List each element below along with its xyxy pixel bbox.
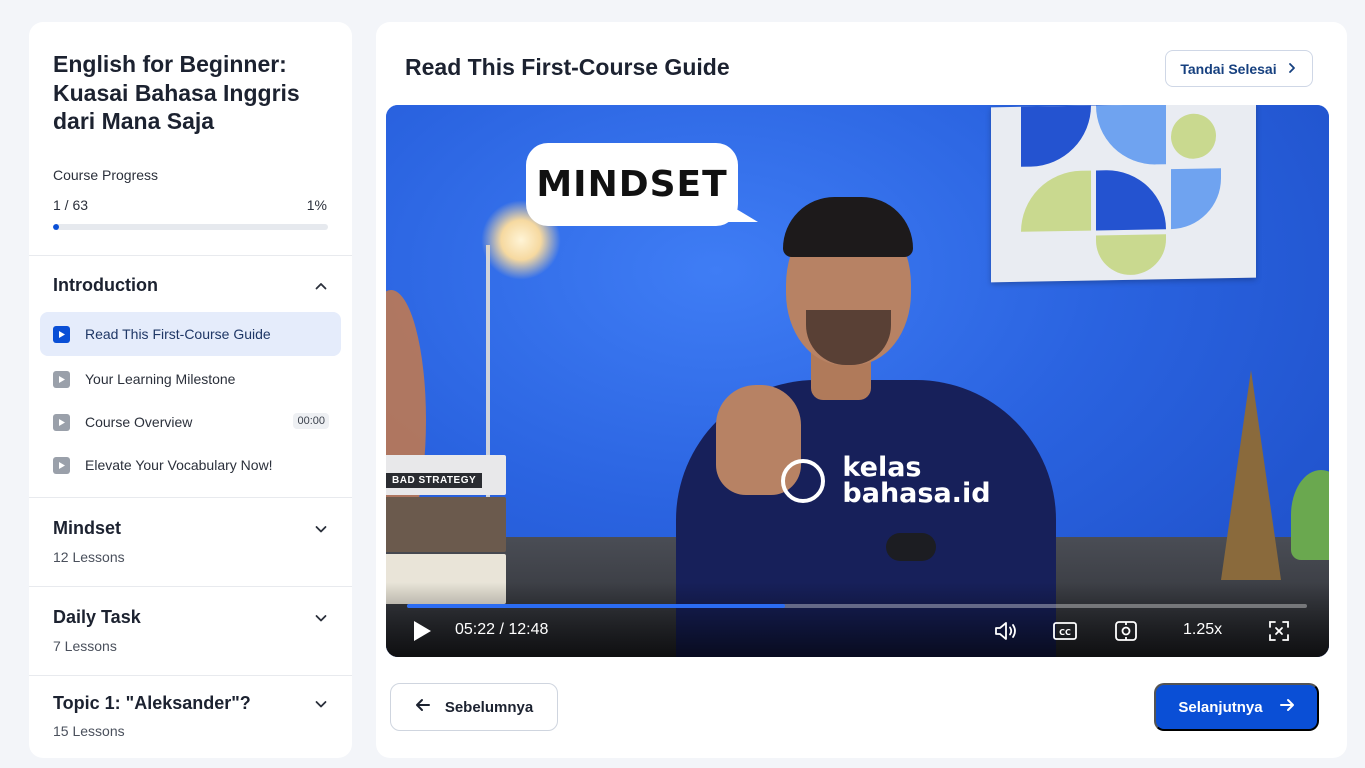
lesson-item-learning-milestone[interactable]: Your Learning Milestone <box>40 357 341 401</box>
shirt-logo-line: bahasa.id <box>842 478 991 509</box>
previous-lesson-button[interactable]: Sebelumnya <box>390 683 558 731</box>
speech-bubble-text: MINDSET <box>536 164 728 205</box>
next-lesson-label: Selanjutnya <box>1178 698 1263 716</box>
section-title: Topic 1: "Aleksander"? <box>53 693 251 713</box>
playback-speed[interactable]: 1.25x <box>1183 621 1222 639</box>
next-lesson-button[interactable]: Selanjutnya <box>1154 683 1319 731</box>
previous-lesson-label: Sebelumnya <box>444 698 534 716</box>
volume-icon[interactable] <box>993 619 1019 643</box>
svg-text:CC: CC <box>1059 628 1071 637</box>
book-spine-text: BAD STRATEGY <box>386 473 483 488</box>
section-title: Daily Task <box>53 607 141 627</box>
mark-complete-label: Tandai Selesai <box>1180 60 1277 77</box>
play-icon <box>53 370 70 388</box>
shirt-logo-mark <box>781 459 825 503</box>
section-topic-1-header[interactable]: Topic 1: "Aleksander"? <box>53 693 328 714</box>
section-mindset-header[interactable]: Mindset <box>53 518 328 539</box>
lesson-item-read-this-first[interactable]: Read This First-Course Guide <box>40 312 341 356</box>
progress-bar <box>53 224 328 230</box>
divider <box>29 497 352 498</box>
play-icon <box>53 413 70 431</box>
section-introduction-header[interactable]: Introduction <box>53 275 328 296</box>
course-sidebar: English for Beginner: Kuasai Bahasa Ingg… <box>29 22 352 758</box>
video-scene-eiffel <box>1221 370 1281 580</box>
section-lesson-count: 15 Lessons <box>53 723 125 739</box>
section-title: Mindset <box>53 518 122 538</box>
chevron-down-icon[interactable] <box>314 522 328 536</box>
lesson-content: Read This First-Course Guide Tandai Sele… <box>376 22 1347 758</box>
play-icon <box>53 456 70 474</box>
play-icon <box>53 325 70 343</box>
video-seek-progress <box>407 604 785 608</box>
section-daily-task-header[interactable]: Daily Task <box>53 607 328 628</box>
video-seek-bar[interactable] <box>407 604 1307 608</box>
lesson-label: Course Overview <box>85 414 193 430</box>
section-lesson-count: 7 Lessons <box>53 638 117 654</box>
progress-percent: 1% <box>306 197 327 213</box>
progress-bar-fill <box>53 224 59 230</box>
mark-complete-button[interactable]: Tandai Selesai <box>1165 50 1313 87</box>
chevron-right-icon <box>1286 61 1298 77</box>
divider <box>29 675 352 676</box>
lesson-item-elevate-vocabulary[interactable]: Elevate Your Vocabulary Now! <box>40 443 341 487</box>
progress-count: 1 / 63 <box>53 197 89 213</box>
chevron-down-icon[interactable] <box>314 611 328 625</box>
chevron-up-icon[interactable] <box>314 279 328 293</box>
lesson-duration-badge: 00:00 <box>293 413 329 429</box>
speech-bubble: MINDSET <box>526 143 758 226</box>
section-lesson-count: 12 Lessons <box>53 549 125 565</box>
lesson-label: Elevate Your Vocabulary Now! <box>85 457 273 473</box>
lesson-item-course-overview[interactable]: Course Overview 00:00 <box>40 400 341 444</box>
video-scene-poster <box>991 105 1256 283</box>
video-player[interactable]: BAD STRATEGY kelas bahasa.id MINDSET 05:… <box>386 105 1329 657</box>
captions-icon[interactable]: CC <box>1052 619 1078 643</box>
course-title: English for Beginner: Kuasai Bahasa Ingg… <box>53 51 300 134</box>
progress-label: Course Progress <box>53 167 159 183</box>
shirt-logo: kelas bahasa.id <box>781 454 991 509</box>
chevron-down-icon[interactable] <box>314 697 328 711</box>
arrow-left-icon <box>415 697 431 717</box>
video-controls-overlay <box>386 582 1329 657</box>
play-icon[interactable] <box>411 619 433 643</box>
section-title: Introduction <box>53 275 158 295</box>
lesson-label: Read This First-Course Guide <box>85 326 271 342</box>
divider <box>29 255 352 256</box>
arrow-right-icon <box>1279 697 1295 717</box>
video-scene-element <box>886 533 936 561</box>
settings-icon[interactable] <box>1113 619 1139 643</box>
lesson-title: Read This First-Course Guide <box>405 54 730 80</box>
divider <box>29 586 352 587</box>
fullscreen-icon[interactable] <box>1267 619 1291 643</box>
lesson-label: Your Learning Milestone <box>85 371 236 387</box>
video-time: 05:22 / 12:48 <box>455 621 549 638</box>
